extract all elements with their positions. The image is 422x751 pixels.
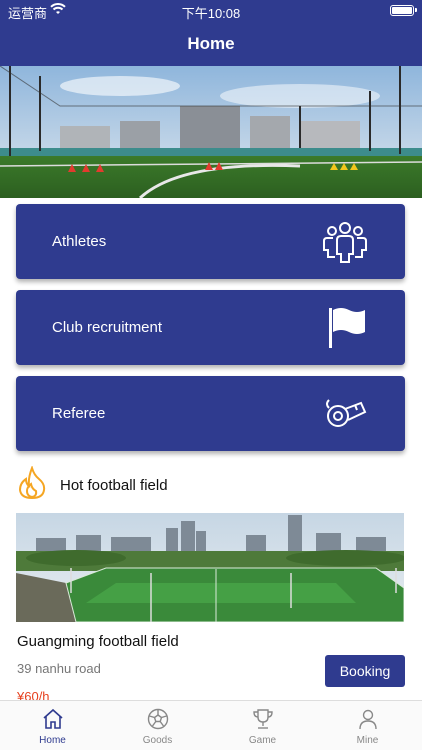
home-icon	[43, 708, 63, 729]
tab-mine-label: Mine	[356, 735, 379, 746]
status-bar: 运营商 下午10:08	[8, 2, 417, 21]
fire-icon	[18, 466, 46, 500]
tab-goods-label: Goods	[142, 735, 173, 746]
field-photo[interactable]	[16, 513, 404, 622]
athletes-card[interactable]: Athletes	[16, 204, 405, 279]
tab-game[interactable]: Game	[210, 701, 315, 751]
athletes-label: Athletes	[52, 233, 107, 250]
tab-home-label: Home	[39, 735, 66, 746]
hot-section-header: Hot football field	[17, 466, 317, 500]
club-recruitment-label: Club recruitment	[52, 319, 163, 336]
soccer-ball-icon	[147, 708, 169, 730]
page-title: Home	[187, 34, 235, 53]
battery-icon	[390, 5, 417, 16]
trophy-icon	[253, 709, 273, 729]
nav-header: 运营商 下午10:08 Home	[0, 0, 422, 66]
hot-section-title: Hot football field	[60, 477, 168, 494]
field-name: Guangming football field	[17, 633, 179, 650]
tab-mine[interactable]: Mine	[315, 701, 420, 751]
flag-icon	[329, 308, 365, 348]
booking-button[interactable]: Booking	[325, 655, 405, 687]
tab-home[interactable]: Home	[0, 701, 105, 751]
hero-banner-image	[0, 66, 422, 198]
tab-bar: Home Goods Game Mine	[0, 700, 422, 750]
whistle-icon	[326, 399, 367, 427]
club-recruitment-card[interactable]: Club recruitment	[16, 290, 405, 365]
status-time: 下午10:08	[181, 6, 241, 21]
people-group-icon	[323, 222, 367, 263]
tab-game-label: Game	[248, 735, 277, 746]
person-icon	[359, 709, 377, 730]
referee-label: Referee	[52, 405, 106, 422]
referee-card[interactable]: Referee	[16, 376, 405, 451]
tab-goods[interactable]: Goods	[105, 701, 210, 751]
field-address: 39 nanhu road	[17, 661, 101, 676]
